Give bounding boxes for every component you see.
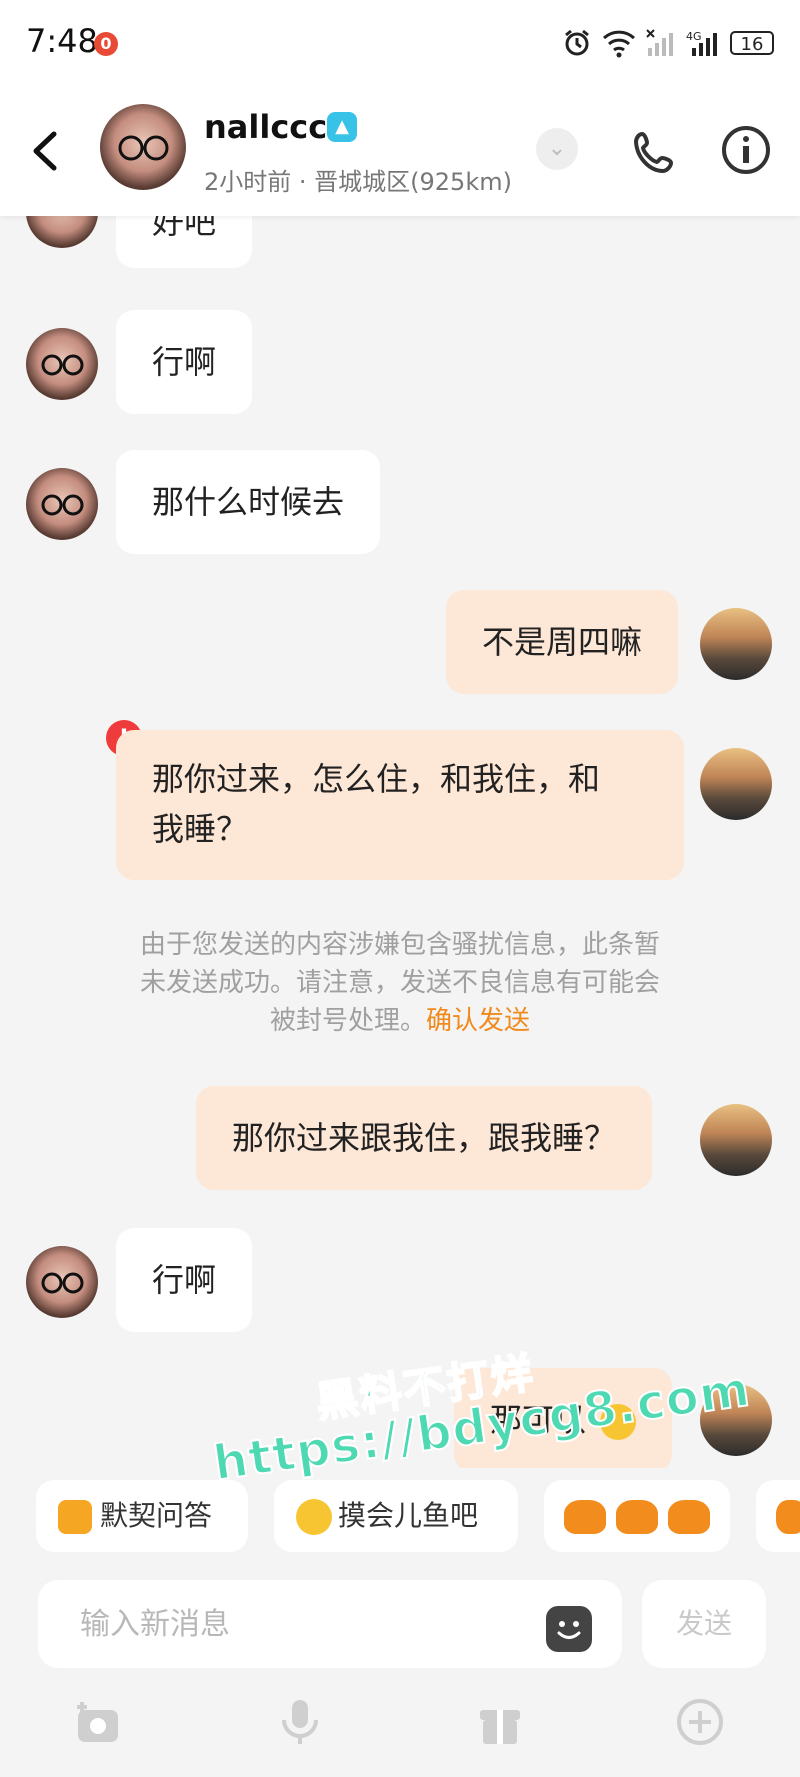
sender-avatar[interactable]	[26, 328, 98, 400]
status-icons: 4G 16	[562, 26, 774, 60]
sender-avatar[interactable]	[26, 468, 98, 540]
bottom-toolbar	[0, 1672, 800, 1777]
message-bubble[interactable]: 好吧	[116, 216, 253, 268]
signal-4g-icon: 4G	[686, 30, 717, 56]
message-bubble[interactable]: 那可以	[454, 1368, 673, 1468]
message-text: 行啊	[152, 343, 217, 381]
confirm-send-link[interactable]: 确认发送	[426, 1006, 530, 1036]
signal-off-icon	[646, 29, 673, 56]
crab-emoji-icon	[668, 1500, 710, 1534]
alarm-icon	[565, 29, 589, 56]
sender-avatar[interactable]	[26, 216, 98, 248]
photo-icon[interactable]	[72, 1696, 124, 1748]
message-input[interactable]	[38, 1580, 622, 1668]
svg-text:4G: 4G	[686, 30, 702, 43]
plus-icon[interactable]	[674, 1696, 726, 1748]
message-text: 那你过来跟我住，跟我睡？	[232, 1119, 617, 1157]
quick-reply-more[interactable]	[756, 1480, 800, 1552]
message-bubble[interactable]: 那什么时候去	[116, 450, 381, 554]
crab-emoji-icon	[616, 1500, 658, 1534]
gift-icon[interactable]	[474, 1696, 526, 1748]
chat-header: nallccc ▲ 2小时前 · 晋城城区(925km) ⌄	[0, 88, 800, 216]
notice-line: 未发送成功。请注意，发送不良信息有可能会	[139, 968, 660, 998]
quick-reply-crabs[interactable]	[544, 1480, 730, 1552]
message-bubble[interactable]: 行啊	[116, 310, 253, 414]
quick-reply-slacking[interactable]: 摸会儿鱼吧	[274, 1480, 518, 1552]
slacking-emoji-icon	[296, 1499, 332, 1535]
message-text: 不是周四嘛	[482, 623, 643, 661]
crab-emoji-icon	[564, 1500, 606, 1534]
sender-avatar[interactable]	[26, 1246, 98, 1318]
laughing-emoji-icon	[600, 1404, 637, 1440]
contact-name: nallccc	[204, 108, 328, 146]
status-time: 7:48	[26, 22, 98, 60]
status-bar: 7:48 0 4G 16	[0, 0, 800, 88]
phone-icon[interactable]	[630, 128, 680, 178]
message-text: 那可以	[490, 1401, 587, 1439]
message-text: 行啊	[152, 1261, 217, 1299]
message-list[interactable]: 好吧 行啊 那什么时候去 不是周四嘛 ! 那你过来，怎么住，和我住，和 我睡？ …	[0, 216, 800, 1468]
back-icon[interactable]	[26, 128, 66, 174]
send-button[interactable]: 发送	[642, 1580, 766, 1668]
crab-emoji-icon	[776, 1500, 800, 1534]
quick-replies: 默契问答 摸会儿鱼吧	[0, 1468, 800, 1562]
harassment-warning-notice: 由于您发送的内容涉嫌包含骚扰信息，此条暂 未发送成功。请注意，发送不良信息有可能…	[80, 926, 720, 1040]
message-bubble[interactable]: 那你过来跟我住，跟我睡？	[196, 1086, 653, 1190]
notice-line: 由于您发送的内容涉嫌包含骚扰信息，此条暂	[139, 930, 660, 960]
message-bubble[interactable]: 不是周四嘛	[446, 590, 679, 694]
contact-avatar[interactable]	[100, 104, 186, 190]
verified-student-icon: ▲	[327, 112, 357, 142]
message-text: 那什么时候去	[152, 483, 345, 521]
my-avatar[interactable]	[700, 1104, 772, 1176]
notice-line: 被封号处理。确认发送	[269, 1006, 531, 1036]
contact-status: 2小时前 · 晋城城区(925km)	[204, 168, 512, 196]
my-avatar[interactable]	[700, 1384, 772, 1456]
microphone-icon[interactable]	[274, 1696, 326, 1748]
my-avatar[interactable]	[700, 608, 772, 680]
wifi-icon	[602, 30, 636, 58]
message-text: 好吧	[152, 216, 217, 241]
quiz-icon	[58, 1500, 92, 1534]
emoji-icon[interactable]	[546, 1606, 592, 1652]
quick-reply-quiz[interactable]: 默契问答	[36, 1480, 248, 1552]
message-text: 我睡？	[152, 810, 249, 848]
message-bubble[interactable]: 那你过来，怎么住，和我住，和 我睡？	[116, 730, 684, 880]
message-text: 那你过来，怎么住，和我住，和	[152, 760, 601, 798]
notification-badge: 0	[94, 32, 118, 56]
input-bar: 发送	[0, 1562, 800, 1672]
chevron-down-icon[interactable]: ⌄	[536, 128, 578, 170]
my-avatar[interactable]	[700, 748, 772, 820]
info-icon[interactable]	[720, 124, 772, 176]
message-bubble[interactable]: 行啊	[116, 1228, 253, 1332]
battery-icon: 16	[730, 31, 774, 55]
